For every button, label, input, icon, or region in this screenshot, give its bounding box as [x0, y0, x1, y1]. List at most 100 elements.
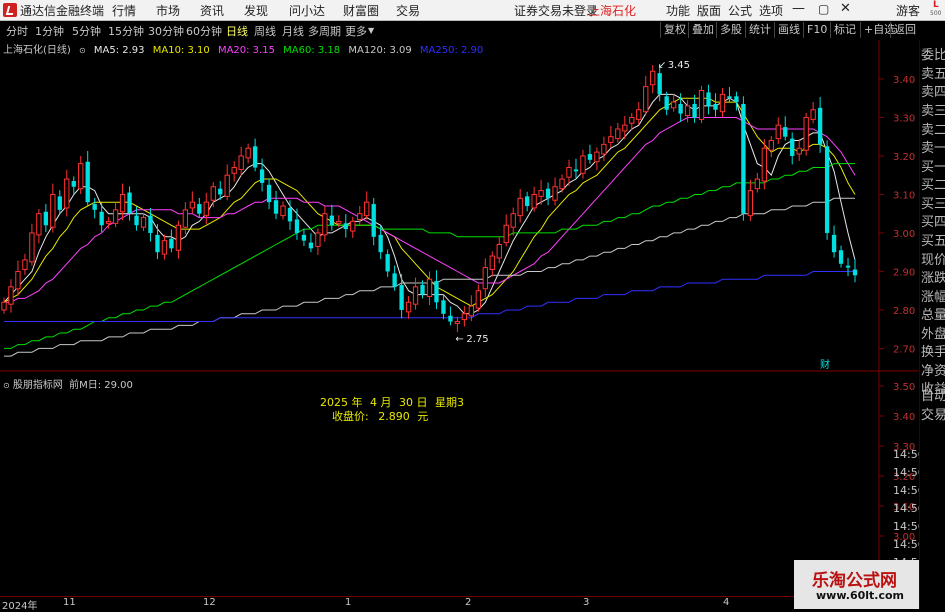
tab-15min[interactable]: 15分钟: [108, 23, 144, 39]
candle-body: [817, 107, 823, 145]
draw-line-button[interactable]: 画线: [774, 22, 803, 38]
tab-intraday[interactable]: 分时: [6, 23, 28, 39]
panel-item-bid3[interactable]: 买三: [921, 193, 945, 212]
panel-item-trade[interactable]: 交易: [921, 404, 945, 423]
adjust-button[interactable]: 复权: [660, 22, 689, 38]
multi-stock-button[interactable]: 多股: [716, 22, 745, 38]
panel-item-bid1[interactable]: 买一: [921, 156, 945, 175]
kline-chart[interactable]: 3.40 3.30 3.20 3.10 3.00 2.90 2.80 2.70 3.50 3.4…: [0, 40, 919, 596]
menu-item-options[interactable]: 选项: [759, 2, 783, 19]
back-button[interactable]: 返回: [890, 22, 919, 38]
candle-body: [266, 184, 272, 203]
candle-body: [678, 103, 683, 114]
panel-item-ask4[interactable]: 卖四: [921, 81, 945, 100]
candle-body: [496, 244, 502, 259]
tab-weekly[interactable]: 周线: [254, 23, 276, 39]
candle-body: [71, 180, 76, 187]
candle-body: [727, 96, 732, 99]
menu-item-wealth[interactable]: 财富圈: [343, 2, 379, 19]
panel-item-ask3[interactable]: 卖三: [921, 100, 945, 119]
tab-monthly[interactable]: 月线: [282, 23, 304, 39]
tab-1min[interactable]: 1分钟: [35, 23, 64, 39]
tab-multi-period[interactable]: 多周期: [308, 23, 341, 39]
menu-item-trade[interactable]: 交易: [396, 2, 420, 19]
candle-body: [650, 70, 656, 86]
menu-item-quotes[interactable]: 行情: [112, 2, 136, 19]
tab-30min[interactable]: 30分钟: [148, 23, 184, 39]
chevron-down-icon[interactable]: ▼: [368, 26, 374, 35]
date-label-nov: 11: [63, 597, 76, 608]
restore-icon[interactable]: ▢: [818, 2, 829, 16]
price-tick-label: 3.20: [893, 152, 915, 163]
mark-button[interactable]: 标记: [830, 22, 859, 38]
panel-item-turnover[interactable]: 换手: [921, 341, 945, 360]
candle-body: [420, 284, 425, 295]
candle-body: [629, 116, 635, 124]
panel-item-order-ratio[interactable]: 委比: [921, 44, 945, 63]
panel-item-auto[interactable]: 自动: [921, 385, 945, 404]
panel-item-change-pct[interactable]: 涨幅: [921, 286, 945, 305]
panel-item-bid2[interactable]: 买二: [921, 174, 945, 193]
panel-item-ask1[interactable]: 卖一: [921, 137, 945, 156]
candle-body: [831, 234, 837, 253]
close-icon[interactable]: ✕: [840, 1, 851, 16]
panel-item-volume[interactable]: 总量: [921, 304, 945, 323]
tab-5min[interactable]: 5分钟: [72, 23, 101, 39]
candle-body: [308, 242, 314, 249]
candle-body: [343, 223, 348, 230]
panel-item-net-assets[interactable]: 净资: [921, 360, 945, 379]
time-tick-label: 14:56: [893, 448, 919, 461]
panel-item-ask2[interactable]: 卖二: [921, 119, 945, 138]
candle-body: [503, 224, 509, 244]
candle-body: [559, 178, 565, 190]
f10-button[interactable]: F10: [803, 22, 830, 38]
time-tick-label: 14:56: [893, 538, 919, 551]
candle-body: [698, 90, 705, 120]
time-tick-label: 14:56: [893, 484, 919, 497]
candle-body: [36, 213, 42, 236]
panel-item-bid5[interactable]: 买五: [921, 230, 945, 249]
candle-body: [761, 147, 767, 182]
candle-body: [713, 103, 718, 110]
candle-body: [169, 238, 174, 249]
indicator-tick-label: 3.50: [893, 382, 915, 393]
panel-item-price[interactable]: 现价: [921, 249, 945, 268]
candle-body: [119, 193, 126, 213]
candle-body: [8, 286, 14, 305]
menu-item-ask[interactable]: 问小达: [289, 2, 325, 19]
menu-item-formula[interactable]: 公式: [728, 2, 752, 19]
minimize-icon[interactable]: —: [792, 1, 805, 16]
price-axis: 3.40 3.30 3.20 3.10 3.00 2.90 2.80 2.70: [879, 75, 915, 355]
tab-60min[interactable]: 60分钟: [186, 23, 222, 39]
trade-login-warning[interactable]: 证券交易未登录: [514, 2, 598, 19]
indicator-toggle-icon[interactable]: ⊙: [3, 381, 10, 390]
price-tick-label: 3.30: [893, 113, 915, 124]
price-tick-label: 3.10: [893, 190, 915, 201]
candle-body: [127, 192, 132, 214]
tab-daily[interactable]: 日线: [226, 23, 248, 39]
candle-body: [336, 220, 342, 224]
panel-item-outer-volume[interactable]: 外盘: [921, 323, 945, 342]
panel-item-bid4[interactable]: 买四: [921, 211, 945, 230]
panel-item-change[interactable]: 涨跌: [921, 267, 945, 286]
quote-side-panel: 委比 卖五 卖四 卖三 卖二 卖一 买一 买二 买三 买四 买五 现价 涨跌 涨…: [919, 40, 945, 609]
candle-body: [175, 224, 182, 251]
close-price-info: 收盘价: 2.890 元: [332, 408, 428, 424]
menu-item-layout[interactable]: 版面: [697, 2, 721, 19]
ma-lines: [3, 93, 856, 357]
time-tick-label: 14:56: [893, 466, 919, 479]
menu-item-news[interactable]: 资讯: [200, 2, 224, 19]
menu-item-function[interactable]: 功能: [666, 2, 690, 19]
menu-item-market[interactable]: 市场: [156, 2, 180, 19]
guest-label[interactable]: 游客: [896, 2, 920, 19]
candle-body: [489, 255, 495, 271]
stats-button[interactable]: 统计: [745, 22, 774, 38]
watermark-url: www.60lt.com: [816, 589, 905, 602]
candle-body: [538, 190, 544, 197]
candles: [1, 63, 858, 332]
menu-item-discover[interactable]: 发现: [244, 2, 268, 19]
panel-item-ask5[interactable]: 卖五: [921, 63, 945, 82]
overlay-button[interactable]: 叠加: [688, 22, 717, 38]
tab-more[interactable]: 更多: [345, 23, 367, 39]
finance-marker[interactable]: 财: [820, 358, 830, 371]
